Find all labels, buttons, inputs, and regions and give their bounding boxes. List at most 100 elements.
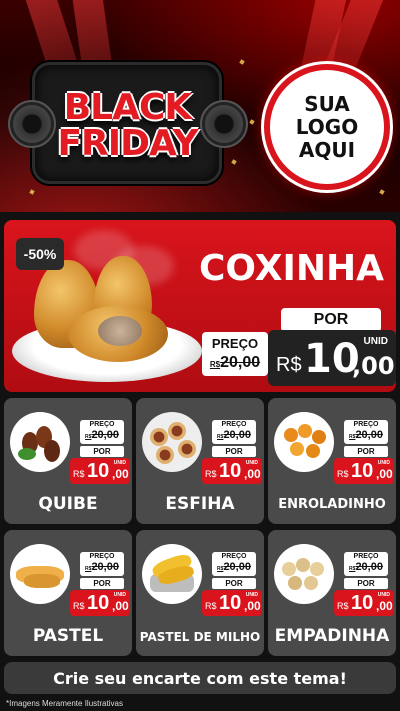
price-integer: 10 <box>87 592 110 614</box>
old-price-tag: PREÇO R$20,00 <box>344 552 388 576</box>
price-cents: ,00 <box>352 352 395 380</box>
price-integer: 10 <box>351 592 374 614</box>
empadinha-piece <box>282 562 296 576</box>
esfiha-piece <box>178 440 196 458</box>
old-price-value: 20,00 <box>355 561 383 573</box>
product-name: ENROLADINHO <box>278 497 386 512</box>
old-price-tag: PREÇO R$20,00 <box>80 552 124 576</box>
quibe-piece <box>44 440 60 462</box>
empadinha-piece <box>296 558 310 572</box>
por-label: POR <box>80 578 124 589</box>
por-label: POR <box>281 308 381 332</box>
old-price: R$20,00 <box>202 354 268 372</box>
enroladinho-piece <box>312 430 326 444</box>
product-card-quibe: PREÇO R$20,00 POR UNID R$ 10 ,00 QUIBE <box>4 398 132 524</box>
unit-label: UNID <box>363 336 388 347</box>
unit-label: UNID <box>245 460 258 466</box>
new-price-tag: UNID R$ 10 ,00 <box>70 590 130 616</box>
old-price: R$20,00 <box>212 429 256 444</box>
new-price-tag: UNID R$ 10 ,00 <box>202 590 262 616</box>
old-price-label: PREÇO <box>221 421 247 428</box>
old-price-value: 20,00 <box>220 354 261 371</box>
old-price-label: PREÇO <box>89 553 115 560</box>
confetti <box>249 119 255 125</box>
old-price: R$20,00 <box>80 429 124 444</box>
old-price: R$20,00 <box>344 429 388 444</box>
old-price-label: PREÇO <box>353 421 379 428</box>
price-cents: ,00 <box>376 467 393 481</box>
new-price-tag: UNID R$ 10 ,00 <box>70 458 130 484</box>
discount-badge: -50% <box>16 238 64 270</box>
old-price: R$20,00 <box>212 561 256 576</box>
esfiha-image <box>142 412 202 472</box>
confetti <box>379 189 385 195</box>
enroladinho-image <box>274 412 334 472</box>
old-price-tag: PREÇO R$20,00 <box>344 420 388 444</box>
new-price-box: UNID R$ 10 ,00 <box>268 330 396 386</box>
price-integer: 10 <box>351 460 374 482</box>
old-price-label: PREÇO <box>211 336 259 351</box>
old-price-tag: PREÇO R$20,00 <box>80 420 124 444</box>
product-card-pastel: PREÇO R$20,00 POR UNID R$ 10 ,00 PASTEL <box>4 530 132 656</box>
price-cents: ,00 <box>112 599 129 613</box>
featured-product-card: -50% COXINHA PREÇO R$20,00 POR UNID R$ 1… <box>4 220 396 392</box>
old-price-value: 20,00 <box>223 561 251 573</box>
product-name: PASTEL DE MILHO <box>139 630 261 644</box>
old-price-value: 20,00 <box>223 429 251 441</box>
old-price-label: PREÇO <box>353 553 379 560</box>
old-price-label: PREÇO <box>89 421 115 428</box>
esfiha-piece <box>156 446 174 464</box>
product-card-pastel-de-milho: PREÇO R$20,00 POR UNID R$ 10 ,00 PASTEL … <box>136 530 264 656</box>
logo-line: AQUI <box>298 137 356 162</box>
logo-line: SUA <box>304 91 350 116</box>
new-price-tag: UNID R$ 10 ,00 <box>334 458 394 484</box>
enroladinho-piece <box>306 444 320 458</box>
currency: R$ <box>205 601 217 611</box>
old-price-value: 20,00 <box>91 561 119 573</box>
old-price: R$20,00 <box>80 561 124 576</box>
currency: R$ <box>337 601 349 611</box>
enroladinho-piece <box>298 424 312 438</box>
price-integer: 10 <box>87 460 110 482</box>
currency: R$ <box>205 469 217 479</box>
confetti <box>239 59 245 65</box>
black-text: BLACK <box>63 87 193 128</box>
product-card-esfiha: PREÇO R$20,00 POR UNID R$ 10 ,00 ESFIHA <box>136 398 264 524</box>
price-integer: 10 <box>219 592 242 614</box>
por-label: POR <box>212 446 256 457</box>
currency: R$ <box>73 469 85 479</box>
pastel-de-milho-image <box>142 544 202 604</box>
currency: R$ <box>337 469 349 479</box>
cta-banner[interactable]: Crie seu encarte com este tema! <box>4 662 396 694</box>
por-label: POR <box>212 578 256 589</box>
old-price: R$20,00 <box>344 561 388 576</box>
disclaimer-text: *Imagens Meramente Ilustrativas <box>6 699 123 708</box>
por-label: POR <box>80 446 124 457</box>
pastel-image <box>10 544 70 604</box>
old-price-tag: PREÇO R$20,00 <box>212 420 256 444</box>
confetti <box>231 159 237 165</box>
price-cents: ,00 <box>376 599 393 613</box>
pastel-piece <box>24 574 60 588</box>
currency: R$ <box>73 601 85 611</box>
unit-label: UNID <box>377 592 390 598</box>
old-price-label: PREÇO <box>221 553 247 560</box>
por-label: POR <box>344 578 388 589</box>
new-price-tag: UNID R$ 10 ,00 <box>202 458 262 484</box>
product-name: ESFIHA <box>165 494 235 514</box>
old-price-tag: PREÇO R$20,00 <box>212 552 256 576</box>
old-price-value: 20,00 <box>91 429 119 441</box>
unit-label: UNID <box>245 592 258 598</box>
currency: R$ <box>276 354 302 376</box>
empadinha-image <box>274 544 334 604</box>
old-price-value: 20,00 <box>355 429 383 441</box>
empadinha-piece <box>304 576 318 590</box>
confetti <box>29 189 35 195</box>
product-name: QUIBE <box>38 494 98 514</box>
header-banner: BLACK FRIDAY SUA LOGO AQUI <box>0 0 400 212</box>
por-label: POR <box>344 446 388 457</box>
friday-text: FRIDAY <box>57 123 198 164</box>
lettuce <box>18 448 36 460</box>
price-cents: ,00 <box>112 467 129 481</box>
esfiha-piece <box>168 422 186 440</box>
